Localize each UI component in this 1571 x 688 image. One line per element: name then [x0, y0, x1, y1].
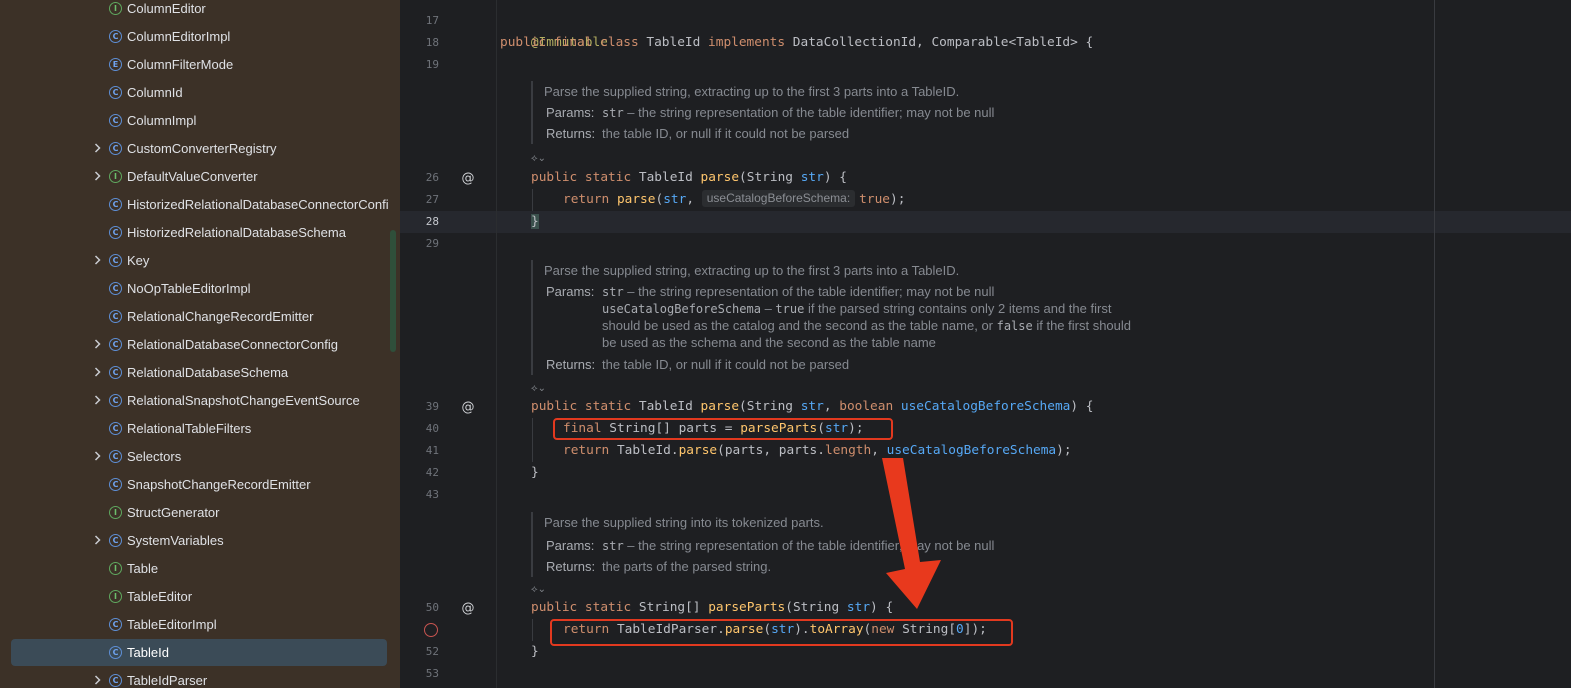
chevron-right-icon[interactable] [92, 528, 102, 552]
class-icon: C [109, 366, 122, 379]
tree-item[interactable]: C CustomConverterRegistry [0, 136, 400, 160]
tree-item-label: ColumnFilterMode [127, 56, 234, 72]
tree-item[interactable]: C RelationalChangeRecordEmitter [0, 304, 400, 328]
tree-item-label: HistorizedRelationalDatabaseSchema [127, 224, 346, 240]
class-icon: C [109, 254, 122, 267]
tree-item[interactable]: C RelationalSnapshotChangeEventSource [0, 388, 400, 412]
code-editor[interactable]: 17 18 19 26 27 28 29 39 40 41 42 43 50 5… [400, 0, 1571, 688]
tree-item[interactable]: C TableIdParser [0, 668, 400, 688]
tree-item-label: ColumnId [127, 84, 183, 100]
tree-item-label: SystemVariables [127, 532, 224, 548]
tree-item[interactable]: C NoOpTableEditorImpl [0, 276, 400, 300]
class-icon: C [109, 310, 122, 323]
sidebar-scrollbar[interactable] [390, 230, 396, 352]
class-icon: C [109, 422, 122, 435]
tree-item[interactable]: I ColumnEditor [0, 0, 400, 20]
class-icon: C [109, 534, 122, 547]
chevron-right-icon[interactable] [92, 388, 102, 412]
project-tree[interactable]: I ColumnEditor C ColumnEditorImpl E ColumnFil… [0, 0, 400, 688]
tree-item[interactable]: I DefaultValueConverter [0, 164, 400, 188]
tree-item-label: RelationalSnapshotChangeEventSource [127, 392, 360, 408]
tree-item[interactable]: C SnapshotChangeRecordEmitter [0, 472, 400, 496]
tree-item-label: StructGenerator [127, 504, 220, 520]
class-icon: C [109, 674, 122, 687]
tree-item-label: Key [127, 252, 150, 268]
interface-icon: I [109, 562, 122, 575]
class-icon: C [109, 142, 122, 155]
tree-item[interactable]: C RelationalDatabaseSchema [0, 360, 400, 384]
tree-item-label: ColumnEditor [127, 0, 206, 16]
class-icon: C [109, 30, 122, 43]
tree-item[interactable]: I TableEditor [0, 584, 400, 608]
tree-item[interactable]: C Selectors [0, 444, 400, 468]
interface-icon: I [109, 2, 122, 15]
class-icon: C [109, 86, 122, 99]
tree-item[interactable]: I StructGenerator [0, 500, 400, 524]
tree-item[interactable]: C HistorizedRelationalDatabaseSchema [0, 220, 400, 244]
tree-item-label: TableIdParser [127, 672, 208, 688]
class-icon: C [109, 618, 122, 631]
tree-item-label: ColumnEditorImpl [127, 28, 231, 44]
tree-item[interactable]: E ColumnFilterMode [0, 52, 400, 76]
class-icon: C [109, 394, 122, 407]
class-icon: C [109, 114, 122, 127]
class-icon: C [109, 646, 122, 659]
class-icon: C [109, 338, 122, 351]
tree-item-label: RelationalChangeRecordEmitter [127, 308, 314, 324]
tree-item[interactable]: I Table [0, 556, 400, 580]
tree-item[interactable]: C RelationalTableFilters [0, 416, 400, 440]
annotation-arrow-icon [882, 458, 941, 609]
tree-item-label: CustomConverterRegistry [127, 140, 277, 156]
tree-item-label: RelationalDatabaseConnectorConfig [127, 336, 339, 352]
tree-item[interactable]: C ColumnImpl [0, 108, 400, 132]
tree-item-label: ColumnImpl [127, 112, 197, 128]
chevron-right-icon[interactable] [92, 136, 102, 160]
interface-icon: I [109, 590, 122, 603]
chevron-right-icon[interactable] [92, 668, 102, 688]
class-icon: C [109, 282, 122, 295]
tree-item-label: RelationalTableFilters [127, 420, 252, 436]
tree-item-label: TableEditorImpl [127, 616, 217, 632]
tree-item-label: RelationalDatabaseSchema [127, 364, 289, 380]
tree-item[interactable]: C ColumnId [0, 80, 400, 104]
chevron-right-icon[interactable] [92, 332, 102, 356]
tree-item[interactable]: C RelationalDatabaseConnectorConfig [0, 332, 400, 356]
tree-item-label: Table [127, 560, 159, 576]
chevron-right-icon[interactable] [92, 360, 102, 384]
interface-icon: I [109, 170, 122, 183]
tree-item-label: TableId [127, 644, 169, 660]
tree-item[interactable]: C Key [0, 248, 400, 272]
tree-item-label: DefaultValueConverter [127, 168, 258, 184]
class-icon: C [109, 198, 122, 211]
tree-item-label: NoOpTableEditorImpl [127, 280, 251, 296]
tree-item[interactable]: C ColumnEditorImpl [0, 24, 400, 48]
enum-icon: E [109, 58, 122, 71]
tree-item[interactable]: C HistorizedRelationalDatabaseConnectorCo… [0, 192, 400, 216]
class-icon: C [109, 450, 122, 463]
tree-item-selected[interactable]: C TableId [0, 639, 400, 666]
tree-item-label: HistorizedRelationalDatabaseConnectorCon… [127, 196, 389, 212]
tree-item-label: TableEditor [127, 588, 193, 604]
chevron-right-icon[interactable] [92, 444, 102, 468]
tree-item-label: SnapshotChangeRecordEmitter [127, 476, 311, 492]
chevron-right-icon[interactable] [92, 164, 102, 188]
class-icon: C [109, 478, 122, 491]
interface-icon: I [109, 506, 122, 519]
tree-item[interactable]: C TableEditorImpl [0, 612, 400, 636]
class-icon: C [109, 226, 122, 239]
chevron-right-icon[interactable] [92, 248, 102, 272]
tree-item[interactable]: C SystemVariables [0, 528, 400, 552]
tree-item-label: Selectors [127, 448, 182, 464]
